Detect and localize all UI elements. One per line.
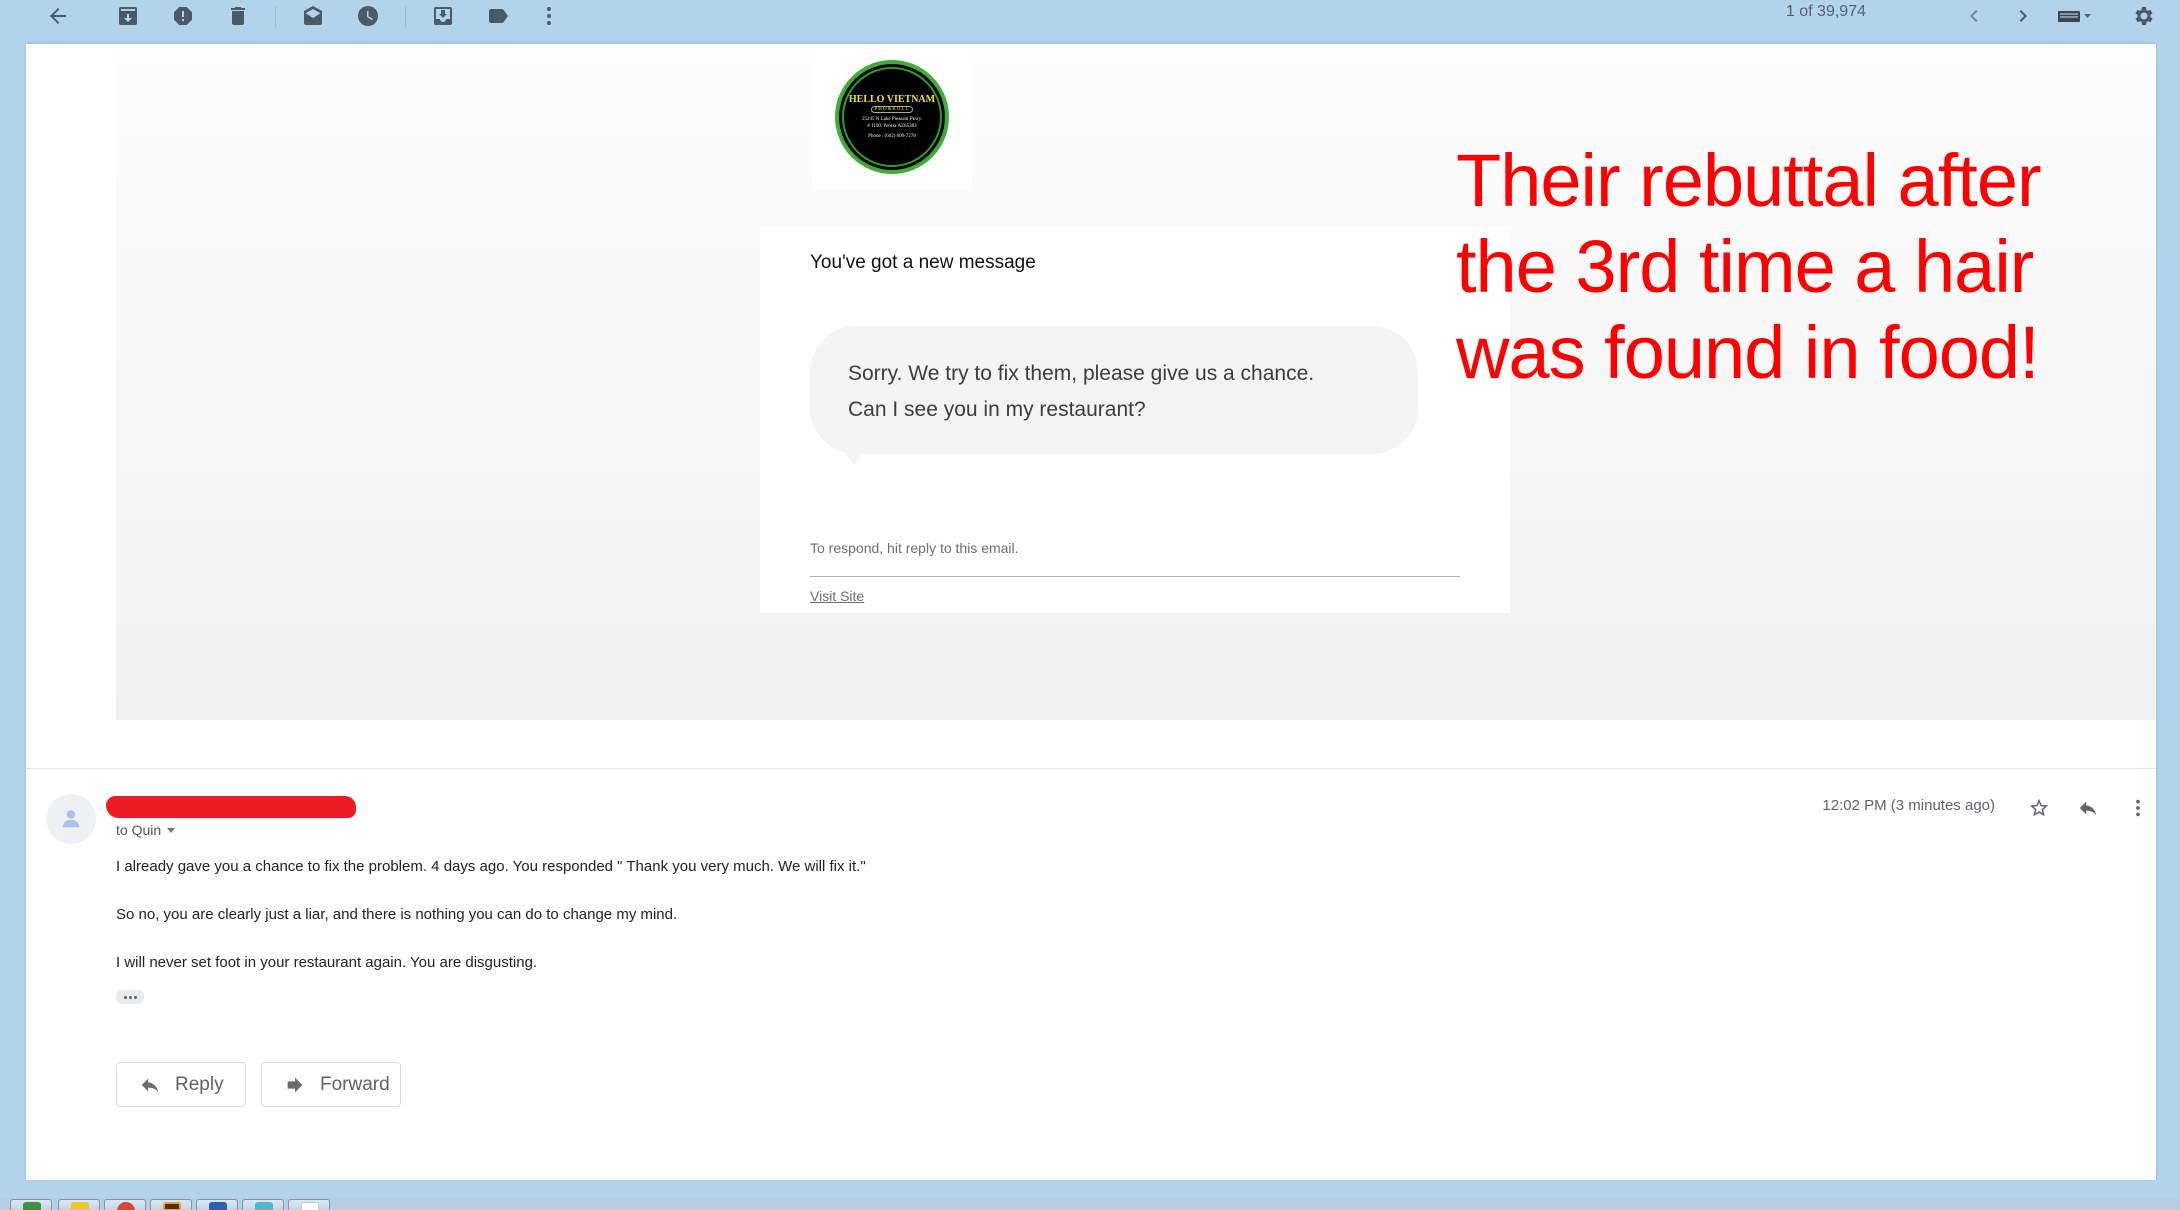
message-bubble: Sorry. We try to fix them, please give u… — [810, 326, 1418, 466]
logo-title: HELLO VIETNAM — [848, 94, 936, 105]
label-icon[interactable] — [482, 2, 514, 30]
more-options-icon[interactable] — [533, 2, 565, 30]
recipient-details-toggle[interactable]: to Quin — [116, 822, 176, 838]
back-arrow-icon[interactable] — [42, 2, 74, 30]
os-taskbar — [0, 1198, 2180, 1210]
message-body-line: I already gave you a chance to fix the p… — [116, 858, 866, 875]
card-heading: You've got a new message — [810, 252, 1036, 273]
snooze-icon[interactable] — [352, 2, 384, 30]
report-spam-icon[interactable] — [167, 2, 199, 30]
visit-site-link[interactable]: Visit Site — [810, 588, 864, 604]
move-to-icon[interactable] — [427, 2, 459, 30]
message-divider — [26, 768, 2156, 769]
archive-icon[interactable] — [112, 2, 144, 30]
reply-hint: To respond, hit reply to this email. — [810, 540, 1019, 556]
avatar[interactable] — [46, 794, 96, 844]
person-icon — [62, 810, 80, 828]
taskbar-app-spreadsheet[interactable] — [10, 1199, 52, 1210]
reply-icon[interactable] — [2074, 794, 2102, 822]
star-icon[interactable] — [2025, 794, 2053, 822]
red-annotation-text: Their rebuttal after the 3rd time a hair… — [1456, 139, 2042, 394]
restaurant-logo: HELLO VIETNAM PHO&ROLL 25245 N Lake Plea… — [835, 60, 949, 174]
forward-button[interactable]: Forward — [261, 1062, 401, 1107]
bubble-text: Sorry. We try to fix them, please give u… — [848, 356, 1314, 428]
chevron-left-icon[interactable] — [1958, 2, 1990, 30]
mark-unread-icon[interactable] — [297, 2, 329, 30]
chevron-right-icon[interactable] — [2007, 2, 2039, 30]
bubble-line: Can I see you in my restaurant? — [848, 398, 1146, 421]
taskbar-app-browser[interactable] — [104, 1199, 146, 1210]
more-vert-icon[interactable] — [2124, 794, 2152, 822]
toolbar-separator — [405, 6, 406, 28]
keyboard-icon[interactable] — [2053, 2, 2097, 30]
recipient-label: to Quin — [116, 822, 162, 838]
sender-name-redacted — [106, 796, 356, 818]
logo-address-line2: # 1100. Peoria.AZ85383 — [867, 124, 917, 129]
message-panel: HELLO VIETNAM PHO&ROLL 25245 N Lake Plea… — [26, 44, 2156, 1180]
gear-icon[interactable] — [2127, 2, 2159, 30]
show-trimmed-content-button[interactable] — [116, 990, 144, 1004]
reply-icon — [141, 1078, 159, 1092]
caret-down-icon — [167, 827, 176, 833]
notification-card: You've got a new message Sorry. We try t… — [760, 226, 1510, 613]
message-toolbar: 1 of 39,974 — [0, 0, 2180, 44]
logo-phone: Phone : (602) 600-7278 — [868, 134, 916, 139]
pagination-count: 1 of 39,974 — [1785, 3, 1866, 20]
delete-icon[interactable] — [222, 2, 254, 30]
restaurant-logo-container: HELLO VIETNAM PHO&ROLL 25245 N Lake Plea… — [812, 44, 972, 190]
taskbar-app-word[interactable] — [196, 1199, 238, 1210]
reply-button[interactable]: Reply — [116, 1062, 246, 1107]
toolbar-separator — [275, 6, 276, 28]
logo-subtitle: PHO&ROLL — [870, 106, 914, 113]
card-divider — [810, 576, 1460, 577]
taskbar-app-media[interactable] — [150, 1199, 192, 1210]
taskbar-app-folder[interactable] — [58, 1199, 100, 1210]
taskbar-app-chat[interactable] — [242, 1199, 284, 1210]
reply-button-label: Reply — [175, 1073, 224, 1095]
forward-arrow-icon — [287, 1077, 303, 1092]
logo-address-line1: 25245 N Lake Pleasant Pkwy. — [861, 117, 923, 122]
message-body-line: I will never set foot in your restaurant… — [116, 954, 538, 971]
forward-button-label: Forward — [320, 1073, 390, 1095]
message-body-line: So no, you are clearly just a liar, and … — [116, 906, 678, 923]
bubble-line: Sorry. We try to fix them, please give u… — [848, 362, 1315, 385]
taskbar-app-document[interactable] — [288, 1199, 330, 1210]
message-timestamp: 12:02 PM (3 minutes ago) — [1822, 797, 1995, 814]
